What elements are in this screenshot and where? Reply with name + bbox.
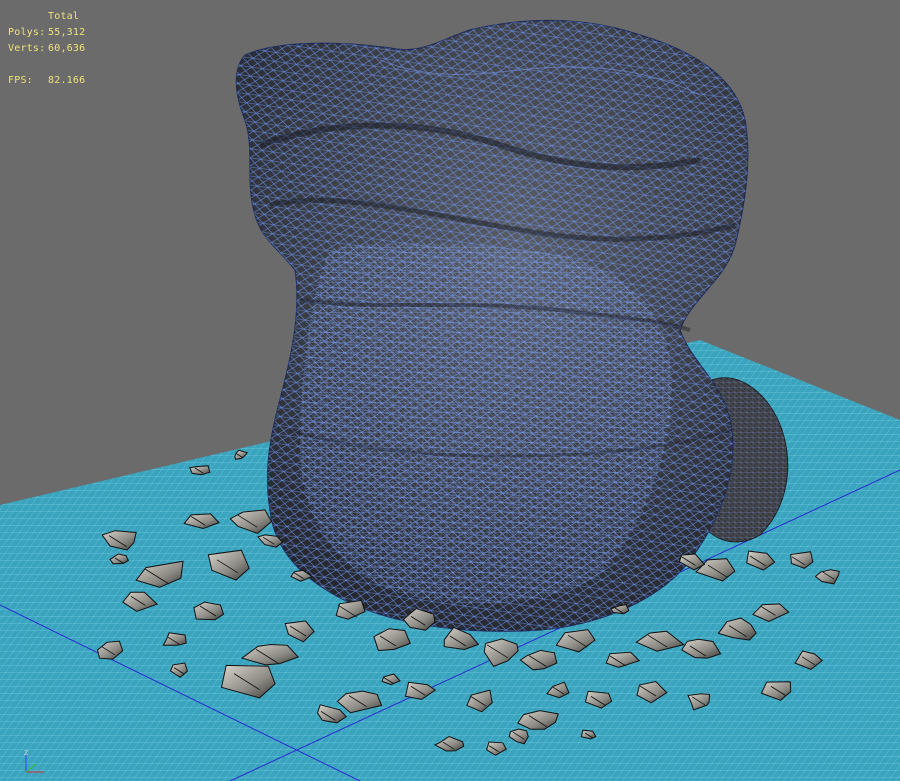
scene-canvas[interactable] bbox=[0, 0, 900, 781]
polys-value: 55,312 bbox=[48, 27, 86, 38]
3d-viewport[interactable]: Total Polys: 55,312 Verts: 60,636 FPS: 8… bbox=[0, 0, 900, 781]
axis-gizmo-icon bbox=[25, 754, 44, 773]
fps-label: FPS: bbox=[8, 75, 33, 86]
pebble bbox=[189, 465, 211, 476]
verts-label: Verts: bbox=[8, 43, 46, 54]
viewport-statistics: Total Polys: 55,312 Verts: 60,636 FPS: 8… bbox=[8, 9, 85, 89]
stats-title: Total bbox=[48, 11, 80, 22]
verts-value: 60,636 bbox=[48, 43, 86, 54]
polys-label: Polys: bbox=[8, 27, 46, 38]
fps-value: 82.166 bbox=[48, 75, 86, 86]
gizmo-z-label: z bbox=[24, 748, 29, 757]
main-rock-mesh[interactable] bbox=[235, 19, 749, 632]
